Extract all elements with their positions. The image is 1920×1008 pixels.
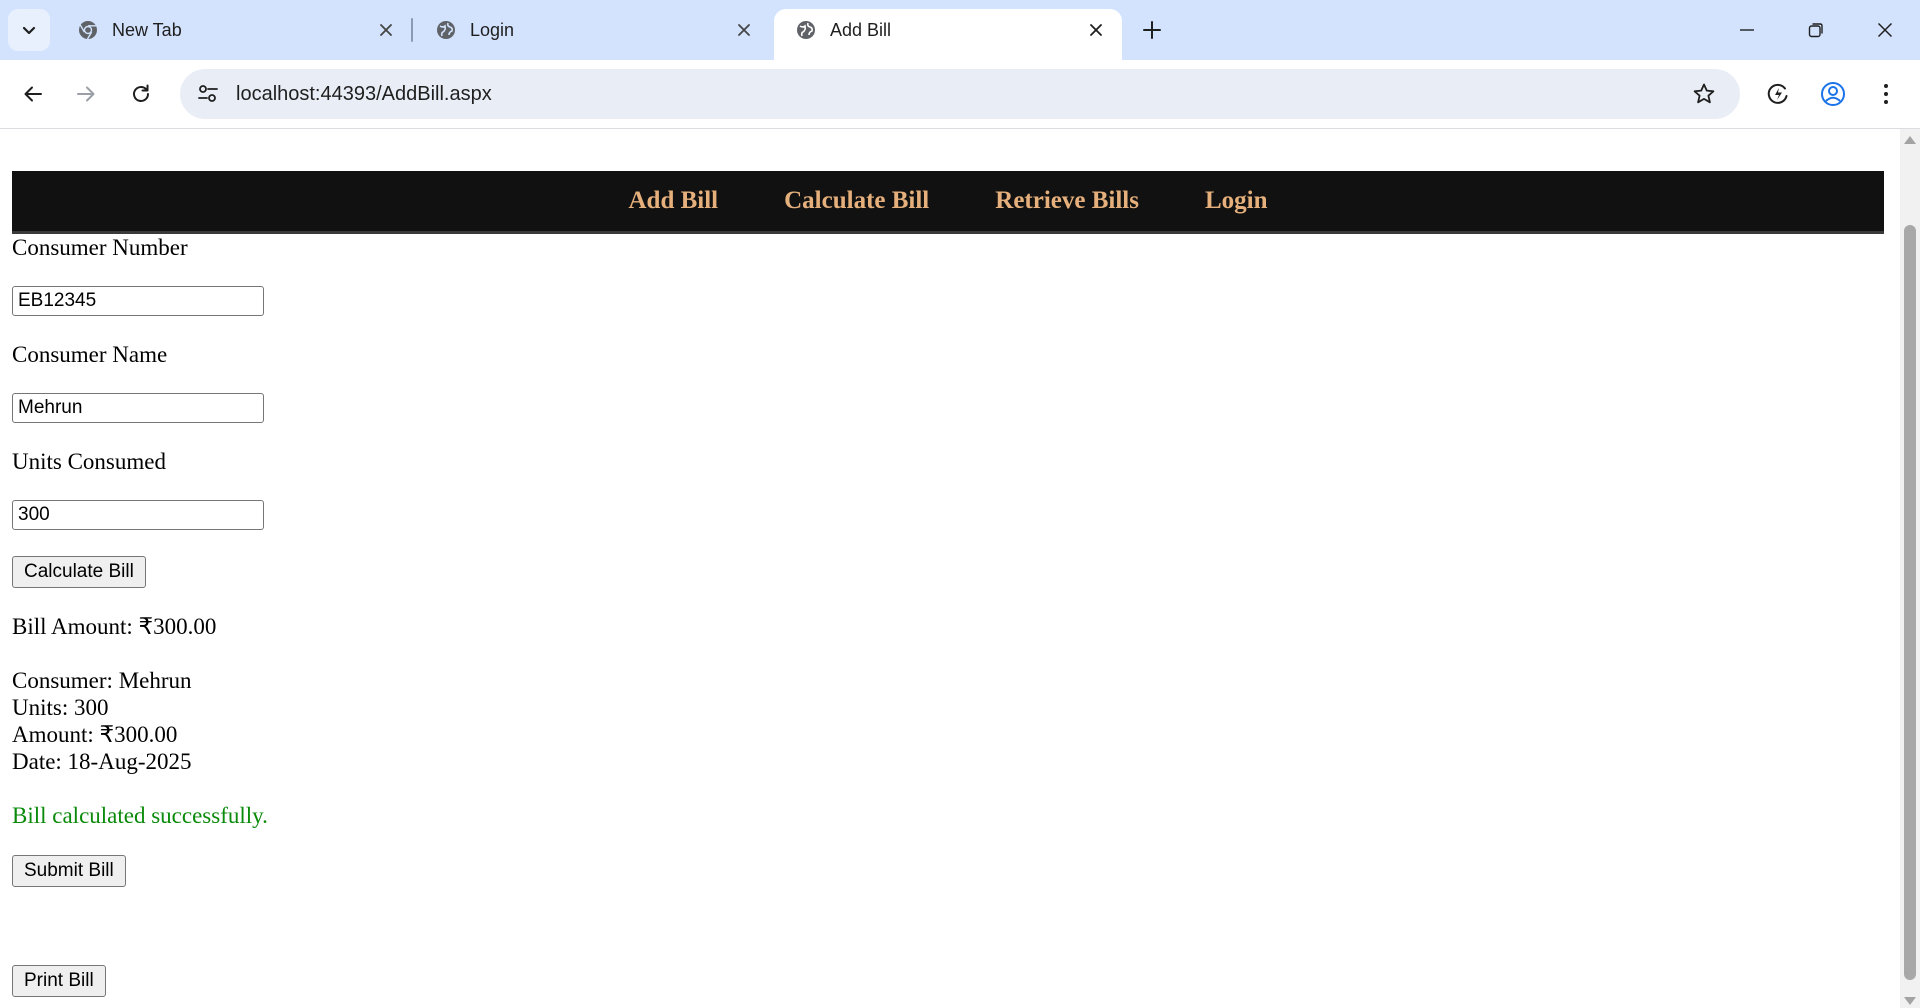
tab-separator: [411, 18, 413, 42]
site-navbar: Add Bill Calculate Bill Retrieve Bills L…: [12, 171, 1884, 234]
tab-title: New Tab: [112, 20, 182, 40]
address-bar[interactable]: localhost:44393/AddBill.aspx: [180, 69, 1740, 119]
arrow-left-icon: [24, 86, 42, 102]
summary-units: Units: 300: [12, 695, 109, 720]
minimize-icon: [1740, 29, 1754, 31]
site-info-icon[interactable]: [194, 81, 222, 107]
reload-button[interactable]: [123, 76, 159, 112]
new-tab-button[interactable]: [1136, 12, 1168, 48]
consumer-number-label: Consumer Number: [12, 235, 188, 260]
close-icon: [1877, 22, 1893, 38]
chrome-icon: [79, 21, 97, 40]
nav-retrieve-bills[interactable]: Retrieve Bills: [995, 187, 1139, 215]
chevron-down-icon: [22, 26, 36, 35]
globe-icon: [437, 21, 455, 39]
forward-button[interactable]: [68, 76, 104, 112]
page-viewport: Add Bill Calculate Bill Retrieve Bills L…: [0, 129, 1900, 1008]
print-bill-button[interactable]: Print Bill: [12, 965, 106, 997]
units-consumed-input[interactable]: [12, 500, 264, 530]
close-tab-icon[interactable]: [1084, 18, 1108, 42]
nav-login[interactable]: Login: [1205, 187, 1268, 215]
restore-button[interactable]: [1796, 12, 1836, 48]
reload-icon: [133, 84, 149, 102]
plus-icon: [1143, 21, 1161, 39]
success-message: Bill calculated successfully.: [12, 803, 268, 828]
menu-button[interactable]: [1868, 76, 1904, 112]
performance-button[interactable]: [1760, 76, 1796, 112]
summary-date: Date: 18-Aug-2025: [12, 749, 192, 774]
scroll-up-arrow-icon[interactable]: [1904, 136, 1916, 144]
scrollbar-thumb[interactable]: [1904, 225, 1916, 980]
back-button[interactable]: [15, 76, 51, 112]
bill-amount-text: Bill Amount: ₹300.00: [12, 614, 217, 639]
profile-button[interactable]: [1815, 76, 1851, 112]
tab-title: Add Bill: [830, 20, 892, 40]
tab-add-bill[interactable]: Add Bill: [774, 9, 1122, 60]
close-window-button[interactable]: [1865, 12, 1905, 48]
minimize-button[interactable]: [1727, 12, 1767, 48]
more-vert-icon: [1884, 84, 1888, 104]
page-heading-clipped: [12, 129, 432, 141]
vertical-scrollbar[interactable]: [1900, 129, 1920, 1008]
close-tab-icon[interactable]: [732, 18, 756, 42]
consumer-name-label: Consumer Name: [12, 342, 168, 367]
summary-amount: Amount: ₹300.00: [12, 722, 178, 747]
consumer-name-input[interactable]: [12, 393, 264, 423]
summary-consumer: Consumer: Mehrun: [12, 668, 192, 693]
units-consumed-label: Units Consumed: [12, 449, 166, 474]
profile-avatar-icon: [1821, 82, 1845, 106]
nav-calculate-bill[interactable]: Calculate Bill: [784, 187, 929, 215]
calculate-bill-button[interactable]: Calculate Bill: [12, 556, 146, 588]
consumer-number-input[interactable]: [12, 286, 264, 316]
tab-new-tab[interactable]: New Tab: [56, 9, 412, 51]
tab-login[interactable]: Login: [414, 9, 770, 51]
tab-strip: New Tab Login Add Bill: [0, 0, 1920, 60]
globe-icon: [797, 21, 815, 39]
restore-icon: [1808, 23, 1823, 38]
tab-title: Login: [470, 20, 515, 40]
url-text[interactable]: localhost:44393/AddBill.aspx: [236, 83, 492, 105]
tab-search-button[interactable]: [8, 9, 50, 51]
submit-bill-button[interactable]: Submit Bill: [12, 855, 126, 887]
close-tab-icon[interactable]: [374, 18, 398, 42]
arrow-right-icon: [77, 86, 95, 102]
performance-icon: [1767, 83, 1788, 104]
browser-toolbar: localhost:44393/AddBill.aspx: [0, 60, 1920, 128]
bookmark-star-icon[interactable]: [1690, 80, 1718, 108]
nav-add-bill[interactable]: Add Bill: [629, 187, 719, 215]
scroll-down-arrow-icon[interactable]: [1904, 997, 1916, 1005]
